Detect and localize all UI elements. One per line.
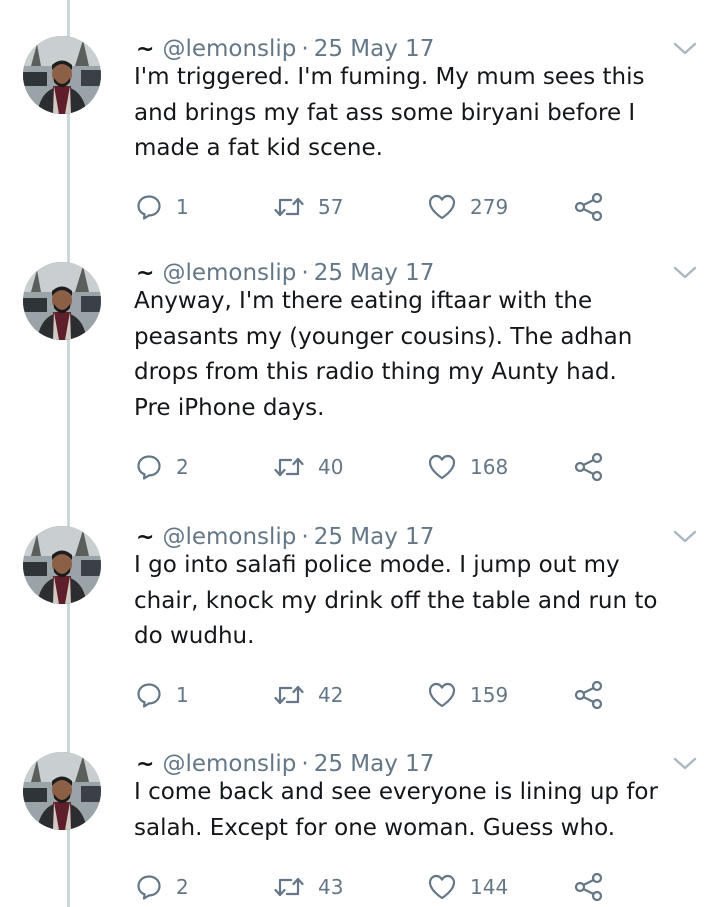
separator-dot: ·	[301, 260, 309, 286]
separator-dot: ·	[301, 36, 309, 62]
like-count: 279	[470, 195, 509, 219]
reply-count: 1	[176, 683, 189, 707]
reply-count: 1	[176, 195, 189, 219]
tweet-actions: 1 42 159	[136, 680, 696, 710]
retweet-count: 57	[318, 195, 344, 219]
tweet-date[interactable]: 25 May 17	[314, 524, 435, 550]
avatar[interactable]	[23, 36, 101, 114]
like-button[interactable]: 168	[428, 452, 508, 482]
reply-button[interactable]: 1	[136, 192, 189, 222]
retweet-button[interactable]: 42	[274, 680, 343, 710]
retweet-count: 40	[318, 455, 344, 479]
tweet-actions: 2 43 144	[136, 872, 696, 902]
tilde-icon: ~	[136, 36, 155, 62]
tweet-actions: 2 40 168	[136, 452, 696, 482]
chevron-down-icon[interactable]	[672, 755, 698, 773]
avatar-image	[23, 526, 101, 604]
user-handle[interactable]: @lemonslip	[162, 36, 296, 62]
reply-count: 2	[176, 875, 189, 899]
share-icon	[574, 873, 603, 901]
like-count: 159	[470, 683, 509, 707]
avatar[interactable]	[23, 752, 101, 830]
chevron-down-icon[interactable]	[672, 528, 698, 546]
share-button[interactable]	[574, 452, 604, 482]
tweet-text: Anyway, I'm there eating iftaar with the…	[134, 288, 633, 421]
retweet-count: 42	[318, 683, 344, 707]
retweet-icon	[274, 457, 304, 477]
user-handle[interactable]: @lemonslip	[162, 751, 296, 777]
reply-button[interactable]: 1	[136, 680, 189, 710]
share-button[interactable]	[574, 680, 604, 710]
retweet-icon	[274, 877, 304, 897]
separator-dot: ·	[301, 751, 309, 777]
retweet-icon	[274, 197, 304, 217]
heart-icon	[428, 194, 456, 220]
separator-dot: ·	[301, 524, 309, 550]
tweet-text: I go into salafi police mode. I jump out…	[134, 552, 658, 649]
reply-icon	[137, 875, 161, 900]
tweet-text: I'm triggered. I'm fuming. My mum sees t…	[134, 64, 645, 161]
retweet-button[interactable]: 40	[274, 452, 343, 482]
tilde-icon: ~	[136, 524, 155, 550]
avatar-image	[23, 262, 101, 340]
share-button[interactable]	[574, 872, 604, 902]
heart-icon	[428, 682, 456, 708]
like-button[interactable]: 279	[428, 192, 508, 222]
chevron-down-icon[interactable]	[672, 40, 698, 58]
user-handle[interactable]: @lemonslip	[162, 524, 296, 550]
like-count: 168	[470, 455, 509, 479]
avatar[interactable]	[23, 262, 101, 340]
avatar[interactable]	[23, 526, 101, 604]
share-icon	[574, 453, 603, 481]
like-count: 144	[470, 875, 509, 899]
retweet-icon	[274, 685, 304, 705]
tweet-text: I come back and see everyone is lining u…	[134, 779, 658, 841]
share-button[interactable]	[574, 192, 604, 222]
tweet-date[interactable]: 25 May 17	[314, 751, 435, 777]
reply-icon	[137, 195, 161, 220]
avatar-image	[23, 36, 101, 114]
retweet-button[interactable]: 57	[274, 192, 343, 222]
avatar-image	[23, 752, 101, 830]
reply-count: 2	[176, 455, 189, 479]
like-button[interactable]: 144	[428, 872, 508, 902]
tweet-date[interactable]: 25 May 17	[314, 260, 435, 286]
reply-button[interactable]: 2	[136, 452, 189, 482]
reply-button[interactable]: 2	[136, 872, 189, 902]
reply-icon	[137, 455, 161, 480]
user-handle[interactable]: @lemonslip	[162, 260, 296, 286]
share-icon	[574, 193, 603, 221]
tilde-icon: ~	[136, 260, 155, 286]
like-button[interactable]: 159	[428, 680, 508, 710]
heart-icon	[428, 874, 456, 900]
heart-icon	[428, 454, 456, 480]
chevron-down-icon[interactable]	[672, 264, 698, 282]
tweet-actions: 1 57 279	[136, 192, 696, 222]
share-icon	[574, 681, 603, 709]
tilde-icon: ~	[136, 751, 155, 777]
tweet-date[interactable]: 25 May 17	[314, 36, 435, 62]
retweet-count: 43	[318, 875, 344, 899]
retweet-button[interactable]: 43	[274, 872, 343, 902]
reply-icon	[137, 683, 161, 708]
